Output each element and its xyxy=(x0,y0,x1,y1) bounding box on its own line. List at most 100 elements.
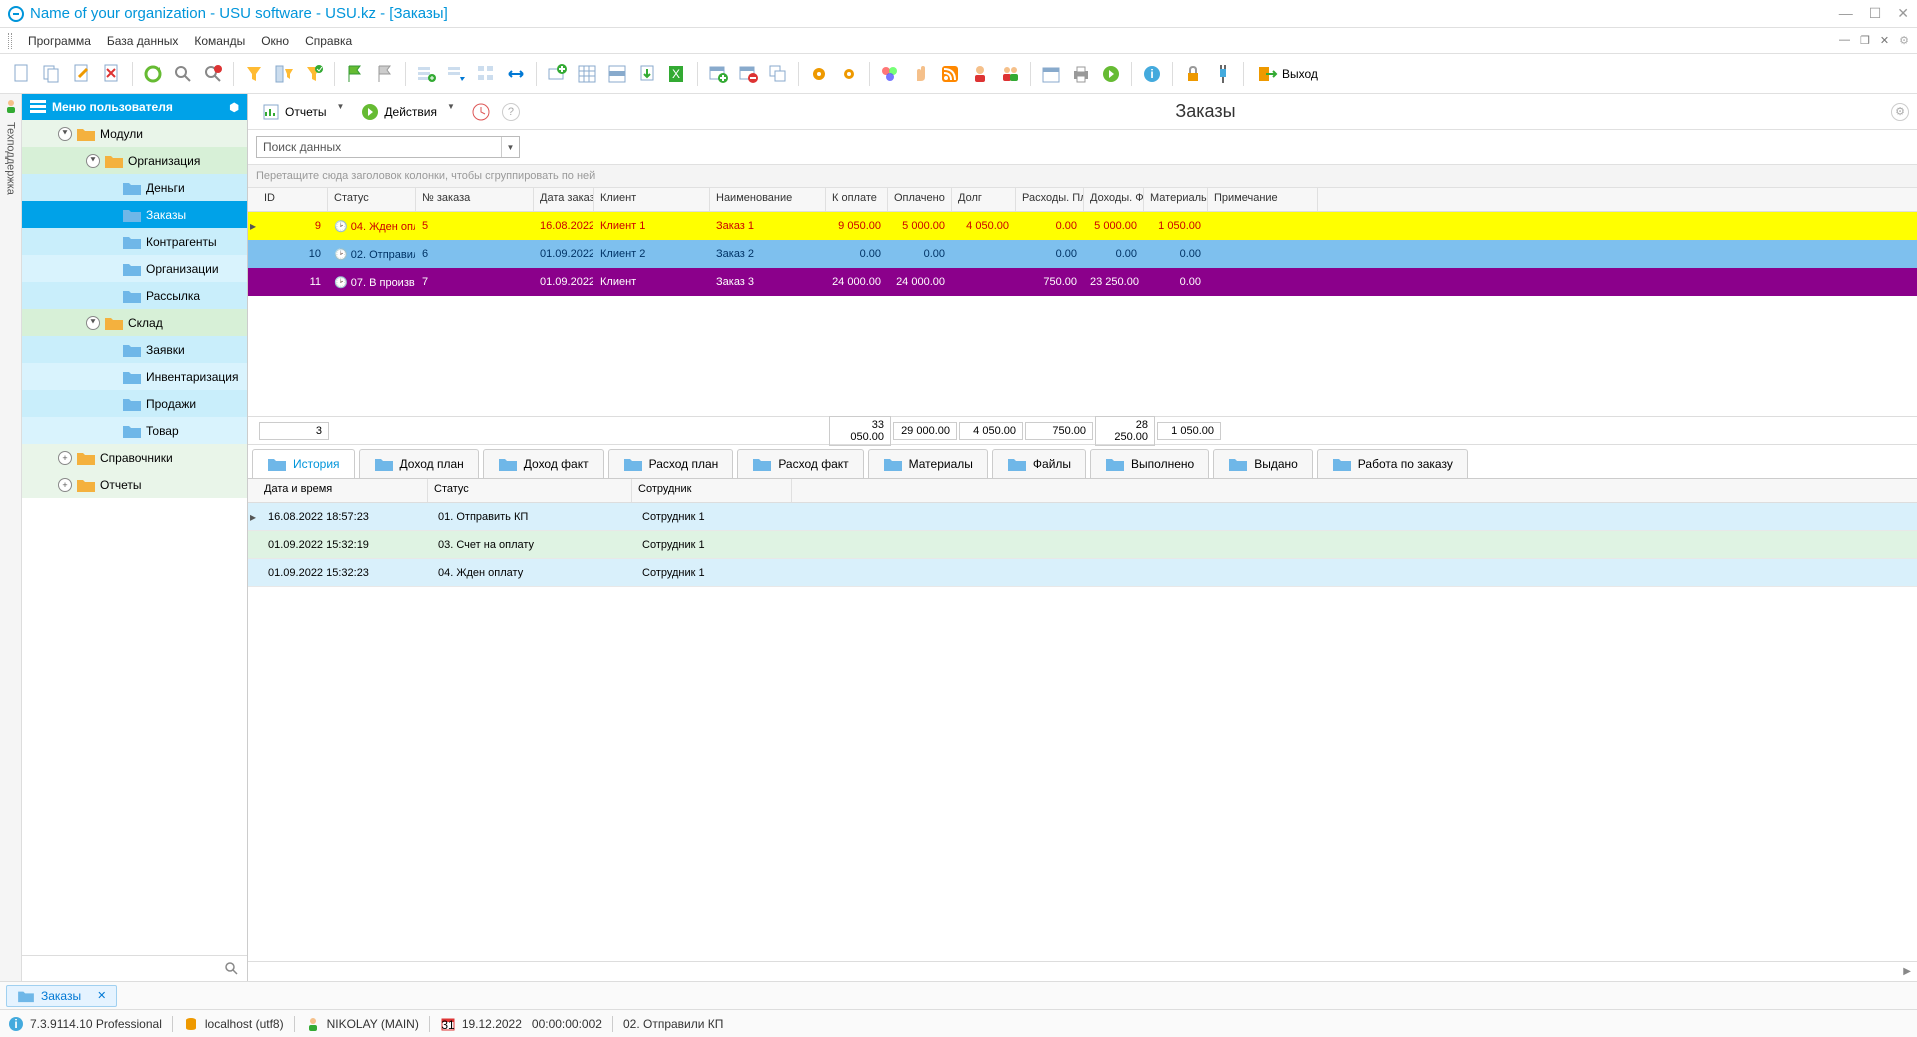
search-combo[interactable]: Поиск данных ▼ xyxy=(256,136,520,158)
tab-Доход факт[interactable]: Доход факт xyxy=(483,449,604,478)
nav-requests[interactable]: Заявки xyxy=(22,336,247,363)
copy-icon[interactable] xyxy=(38,60,66,88)
sidebar-search-icon[interactable] xyxy=(225,962,239,976)
tab-Расход факт[interactable]: Расход факт xyxy=(737,449,863,478)
actions-button[interactable]: Действия xyxy=(355,99,442,125)
filter-clear-icon[interactable] xyxy=(300,60,328,88)
list-arrow-icon[interactable] xyxy=(442,60,470,88)
mdi-settings-icon[interactable]: ⚙ xyxy=(1899,34,1909,47)
edit-icon[interactable] xyxy=(68,60,96,88)
delete-icon[interactable] xyxy=(98,60,126,88)
clock-button[interactable] xyxy=(466,99,496,125)
exit-button[interactable]: Выход xyxy=(1250,63,1324,85)
export-down-icon[interactable] xyxy=(633,60,661,88)
nav-orders[interactable]: Заказы xyxy=(22,201,247,228)
tab-Расход план[interactable]: Расход план xyxy=(608,449,734,478)
refresh-icon[interactable] xyxy=(139,60,167,88)
rss-icon[interactable] xyxy=(936,60,964,88)
expand-icon[interactable]: + xyxy=(58,451,72,465)
nav-contragents[interactable]: Контрагенты xyxy=(22,228,247,255)
history-row[interactable]: 01.09.2022 15:32:1903. Счет на оплатуСот… xyxy=(248,531,1917,559)
window-add-icon[interactable] xyxy=(704,60,732,88)
info-icon[interactable]: i xyxy=(1138,60,1166,88)
menu-help[interactable]: Справка xyxy=(297,34,360,48)
col-note[interactable]: Примечание xyxy=(1208,188,1318,211)
group-by-bar[interactable]: Перетащите сюда заголовок колонки, чтобы… xyxy=(248,164,1917,188)
dropdown-icon[interactable]: ▼ xyxy=(501,137,519,157)
col-exp-plan[interactable]: Расходы. План xyxy=(1016,188,1084,211)
filter-column-icon[interactable] xyxy=(270,60,298,88)
menu-commands[interactable]: Команды xyxy=(186,34,253,48)
col-materials[interactable]: Материалы xyxy=(1144,188,1208,211)
tab-close-icon[interactable]: ✕ xyxy=(97,989,106,1002)
calendar-icon[interactable] xyxy=(1037,60,1065,88)
nav-reports[interactable]: + Отчеты xyxy=(22,471,247,498)
nav-sales[interactable]: Продажи xyxy=(22,390,247,417)
nav-money[interactable]: Деньги xyxy=(22,174,247,201)
col-sub-status[interactable]: Статус xyxy=(428,479,632,502)
maximize-button[interactable]: ☐ xyxy=(1869,5,1882,22)
tab-Работа по заказу[interactable]: Работа по заказу xyxy=(1317,449,1468,478)
expand-arrow-icon[interactable]: ▶ xyxy=(1903,966,1911,977)
expand-icon[interactable]: + xyxy=(58,478,72,492)
tab-Доход план[interactable]: Доход план xyxy=(359,449,479,478)
nav-modules[interactable]: ⯆ Модули xyxy=(22,120,247,147)
table-row[interactable]: 10🕑 02. Отправили ...601.09.2022Клиент 2… xyxy=(248,240,1917,268)
tab-Файлы[interactable]: Файлы xyxy=(992,449,1086,478)
nav-organizations[interactable]: Организации xyxy=(22,255,247,282)
users-icon[interactable] xyxy=(996,60,1024,88)
table-row[interactable]: 11🕑 07. В производ...701.09.2022КлиентЗа… xyxy=(248,268,1917,296)
nav-mailing[interactable]: Рассылка xyxy=(22,282,247,309)
add-row-icon[interactable] xyxy=(543,60,571,88)
settings-button[interactable]: ⚙ xyxy=(1891,103,1909,121)
gear-icon[interactable] xyxy=(805,60,833,88)
nav-organization[interactable]: ⯆ Организация xyxy=(22,147,247,174)
tree-icon[interactable] xyxy=(472,60,500,88)
menu-program[interactable]: Программа xyxy=(20,34,99,48)
col-datetime[interactable]: Дата и время xyxy=(258,479,428,502)
collapse-icon[interactable]: ⯆ xyxy=(86,154,100,168)
tab-Выдано[interactable]: Выдано xyxy=(1213,449,1313,478)
col-employee[interactable]: Сотрудник xyxy=(632,479,792,502)
history-row[interactable]: 01.09.2022 15:32:2304. Жден оплатуСотруд… xyxy=(248,559,1917,587)
new-icon[interactable] xyxy=(8,60,36,88)
col-name[interactable]: Наименование xyxy=(710,188,826,211)
support-tab[interactable]: Техподдержка xyxy=(0,94,22,981)
col-status[interactable]: Статус xyxy=(328,188,416,211)
windows-icon[interactable] xyxy=(764,60,792,88)
nav-warehouse[interactable]: ⯆ Склад xyxy=(22,309,247,336)
menu-window[interactable]: Окно xyxy=(253,34,297,48)
help-button[interactable]: ? xyxy=(502,103,520,121)
collapse-icon[interactable]: ⯆ xyxy=(86,316,100,330)
reports-button[interactable]: Отчеты xyxy=(256,99,331,125)
col-inc-fact[interactable]: Доходы. Факт xyxy=(1084,188,1144,211)
mdi-minimize-button[interactable]: — xyxy=(1839,34,1850,47)
grid-select-icon[interactable] xyxy=(603,60,631,88)
window-tab-orders[interactable]: Заказы ✕ xyxy=(6,985,117,1007)
hand-icon[interactable] xyxy=(906,60,934,88)
flag-add-icon[interactable] xyxy=(341,60,369,88)
history-row[interactable]: ▸16.08.2022 18:57:2301. Отправить КПСотр… xyxy=(248,503,1917,531)
user-icon[interactable] xyxy=(966,60,994,88)
excel-export-icon[interactable]: X xyxy=(663,60,691,88)
close-button[interactable]: ✕ xyxy=(1897,5,1909,22)
tab-Материалы[interactable]: Материалы xyxy=(868,449,988,478)
tab-Выполнено[interactable]: Выполнено xyxy=(1090,449,1209,478)
gear-small-icon[interactable] xyxy=(835,60,863,88)
search-clear-icon[interactable] xyxy=(199,60,227,88)
pin-icon[interactable]: ⬢ xyxy=(229,101,239,114)
grid-icon[interactable] xyxy=(573,60,601,88)
col-paid[interactable]: Оплачено xyxy=(888,188,952,211)
nav-goods[interactable]: Товар xyxy=(22,417,247,444)
filter-icon[interactable] xyxy=(240,60,268,88)
nav-directories[interactable]: + Справочники xyxy=(22,444,247,471)
minimize-button[interactable]: — xyxy=(1839,5,1853,22)
collapse-icon[interactable]: ⯆ xyxy=(58,127,72,141)
forward-icon[interactable] xyxy=(1097,60,1125,88)
plug-icon[interactable] xyxy=(1209,60,1237,88)
lock-icon[interactable] xyxy=(1179,60,1207,88)
col-debt[interactable]: Долг xyxy=(952,188,1016,211)
color-icon[interactable] xyxy=(876,60,904,88)
tab-История[interactable]: История xyxy=(252,449,355,478)
list-add-icon[interactable] xyxy=(412,60,440,88)
